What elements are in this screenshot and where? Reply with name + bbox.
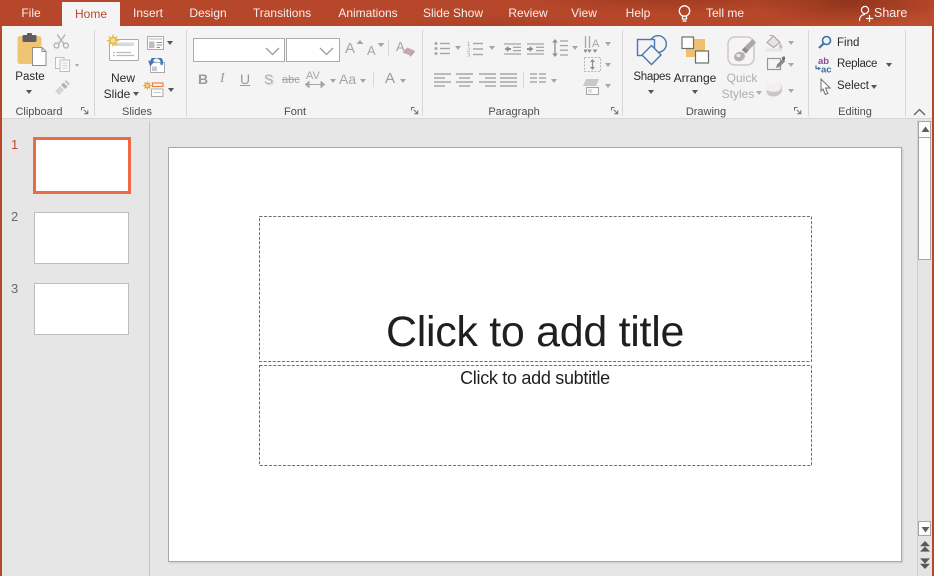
svg-text:ac: ac — [821, 65, 832, 74]
svg-text:3: 3 — [467, 54, 471, 58]
svg-text:A: A — [592, 38, 600, 50]
